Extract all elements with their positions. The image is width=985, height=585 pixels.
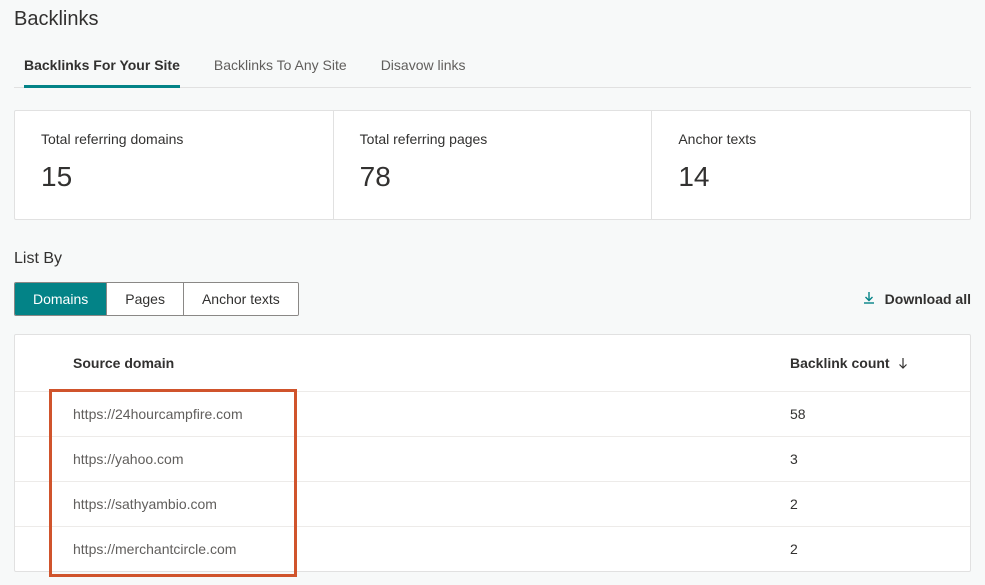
table-row[interactable]: https://merchantcircle.com 2 xyxy=(15,526,970,571)
backlinks-table: Source domain Backlink count https://24h… xyxy=(14,334,971,572)
col-count-label: Backlink count xyxy=(790,355,890,371)
stat-label: Total referring pages xyxy=(360,131,626,147)
col-backlink-count[interactable]: Backlink count xyxy=(790,355,940,371)
table-row[interactable]: https://yahoo.com 3 xyxy=(15,436,970,481)
listby-heading: List By xyxy=(14,250,971,268)
stat-label: Anchor texts xyxy=(678,131,944,147)
stat-referring-domains: Total referring domains 15 xyxy=(15,111,334,219)
stat-anchor-texts: Anchor texts 14 xyxy=(652,111,970,219)
table-row[interactable]: https://24hourcampfire.com 58 xyxy=(15,391,970,436)
tab-disavow-links[interactable]: Disavow links xyxy=(381,49,466,88)
listby-segmented-control: Domains Pages Anchor texts xyxy=(14,282,299,316)
download-icon xyxy=(861,290,877,309)
seg-anchor-texts[interactable]: Anchor texts xyxy=(184,283,298,315)
stat-value: 78 xyxy=(360,161,626,193)
table-row[interactable]: https://sathyambio.com 2 xyxy=(15,481,970,526)
stat-value: 15 xyxy=(41,161,307,193)
stat-label: Total referring domains xyxy=(41,131,307,147)
cell-count: 58 xyxy=(790,406,940,422)
cell-count: 3 xyxy=(790,451,940,467)
domain-link[interactable]: https://24hourcampfire.com xyxy=(73,406,243,422)
stat-value: 14 xyxy=(678,161,944,193)
stats-row: Total referring domains 15 Total referri… xyxy=(14,110,971,220)
domain-link[interactable]: https://sathyambio.com xyxy=(73,496,217,512)
seg-domains[interactable]: Domains xyxy=(15,283,107,315)
domain-link[interactable]: https://yahoo.com xyxy=(73,451,184,467)
table-header: Source domain Backlink count xyxy=(15,335,970,391)
download-label: Download all xyxy=(885,291,971,307)
seg-pages[interactable]: Pages xyxy=(107,283,184,315)
domain-link[interactable]: https://merchantcircle.com xyxy=(73,541,236,557)
cell-count: 2 xyxy=(790,496,940,512)
sort-descending-icon xyxy=(896,356,910,370)
cell-count: 2 xyxy=(790,541,940,557)
page-title: Backlinks xyxy=(14,8,971,31)
stat-referring-pages: Total referring pages 78 xyxy=(334,111,653,219)
download-all-button[interactable]: Download all xyxy=(861,290,971,309)
main-tabs: Backlinks For Your Site Backlinks To Any… xyxy=(14,49,971,88)
col-source-domain[interactable]: Source domain xyxy=(73,355,790,371)
tab-backlinks-any-site[interactable]: Backlinks To Any Site xyxy=(214,49,347,88)
tab-backlinks-your-site[interactable]: Backlinks For Your Site xyxy=(24,49,180,88)
